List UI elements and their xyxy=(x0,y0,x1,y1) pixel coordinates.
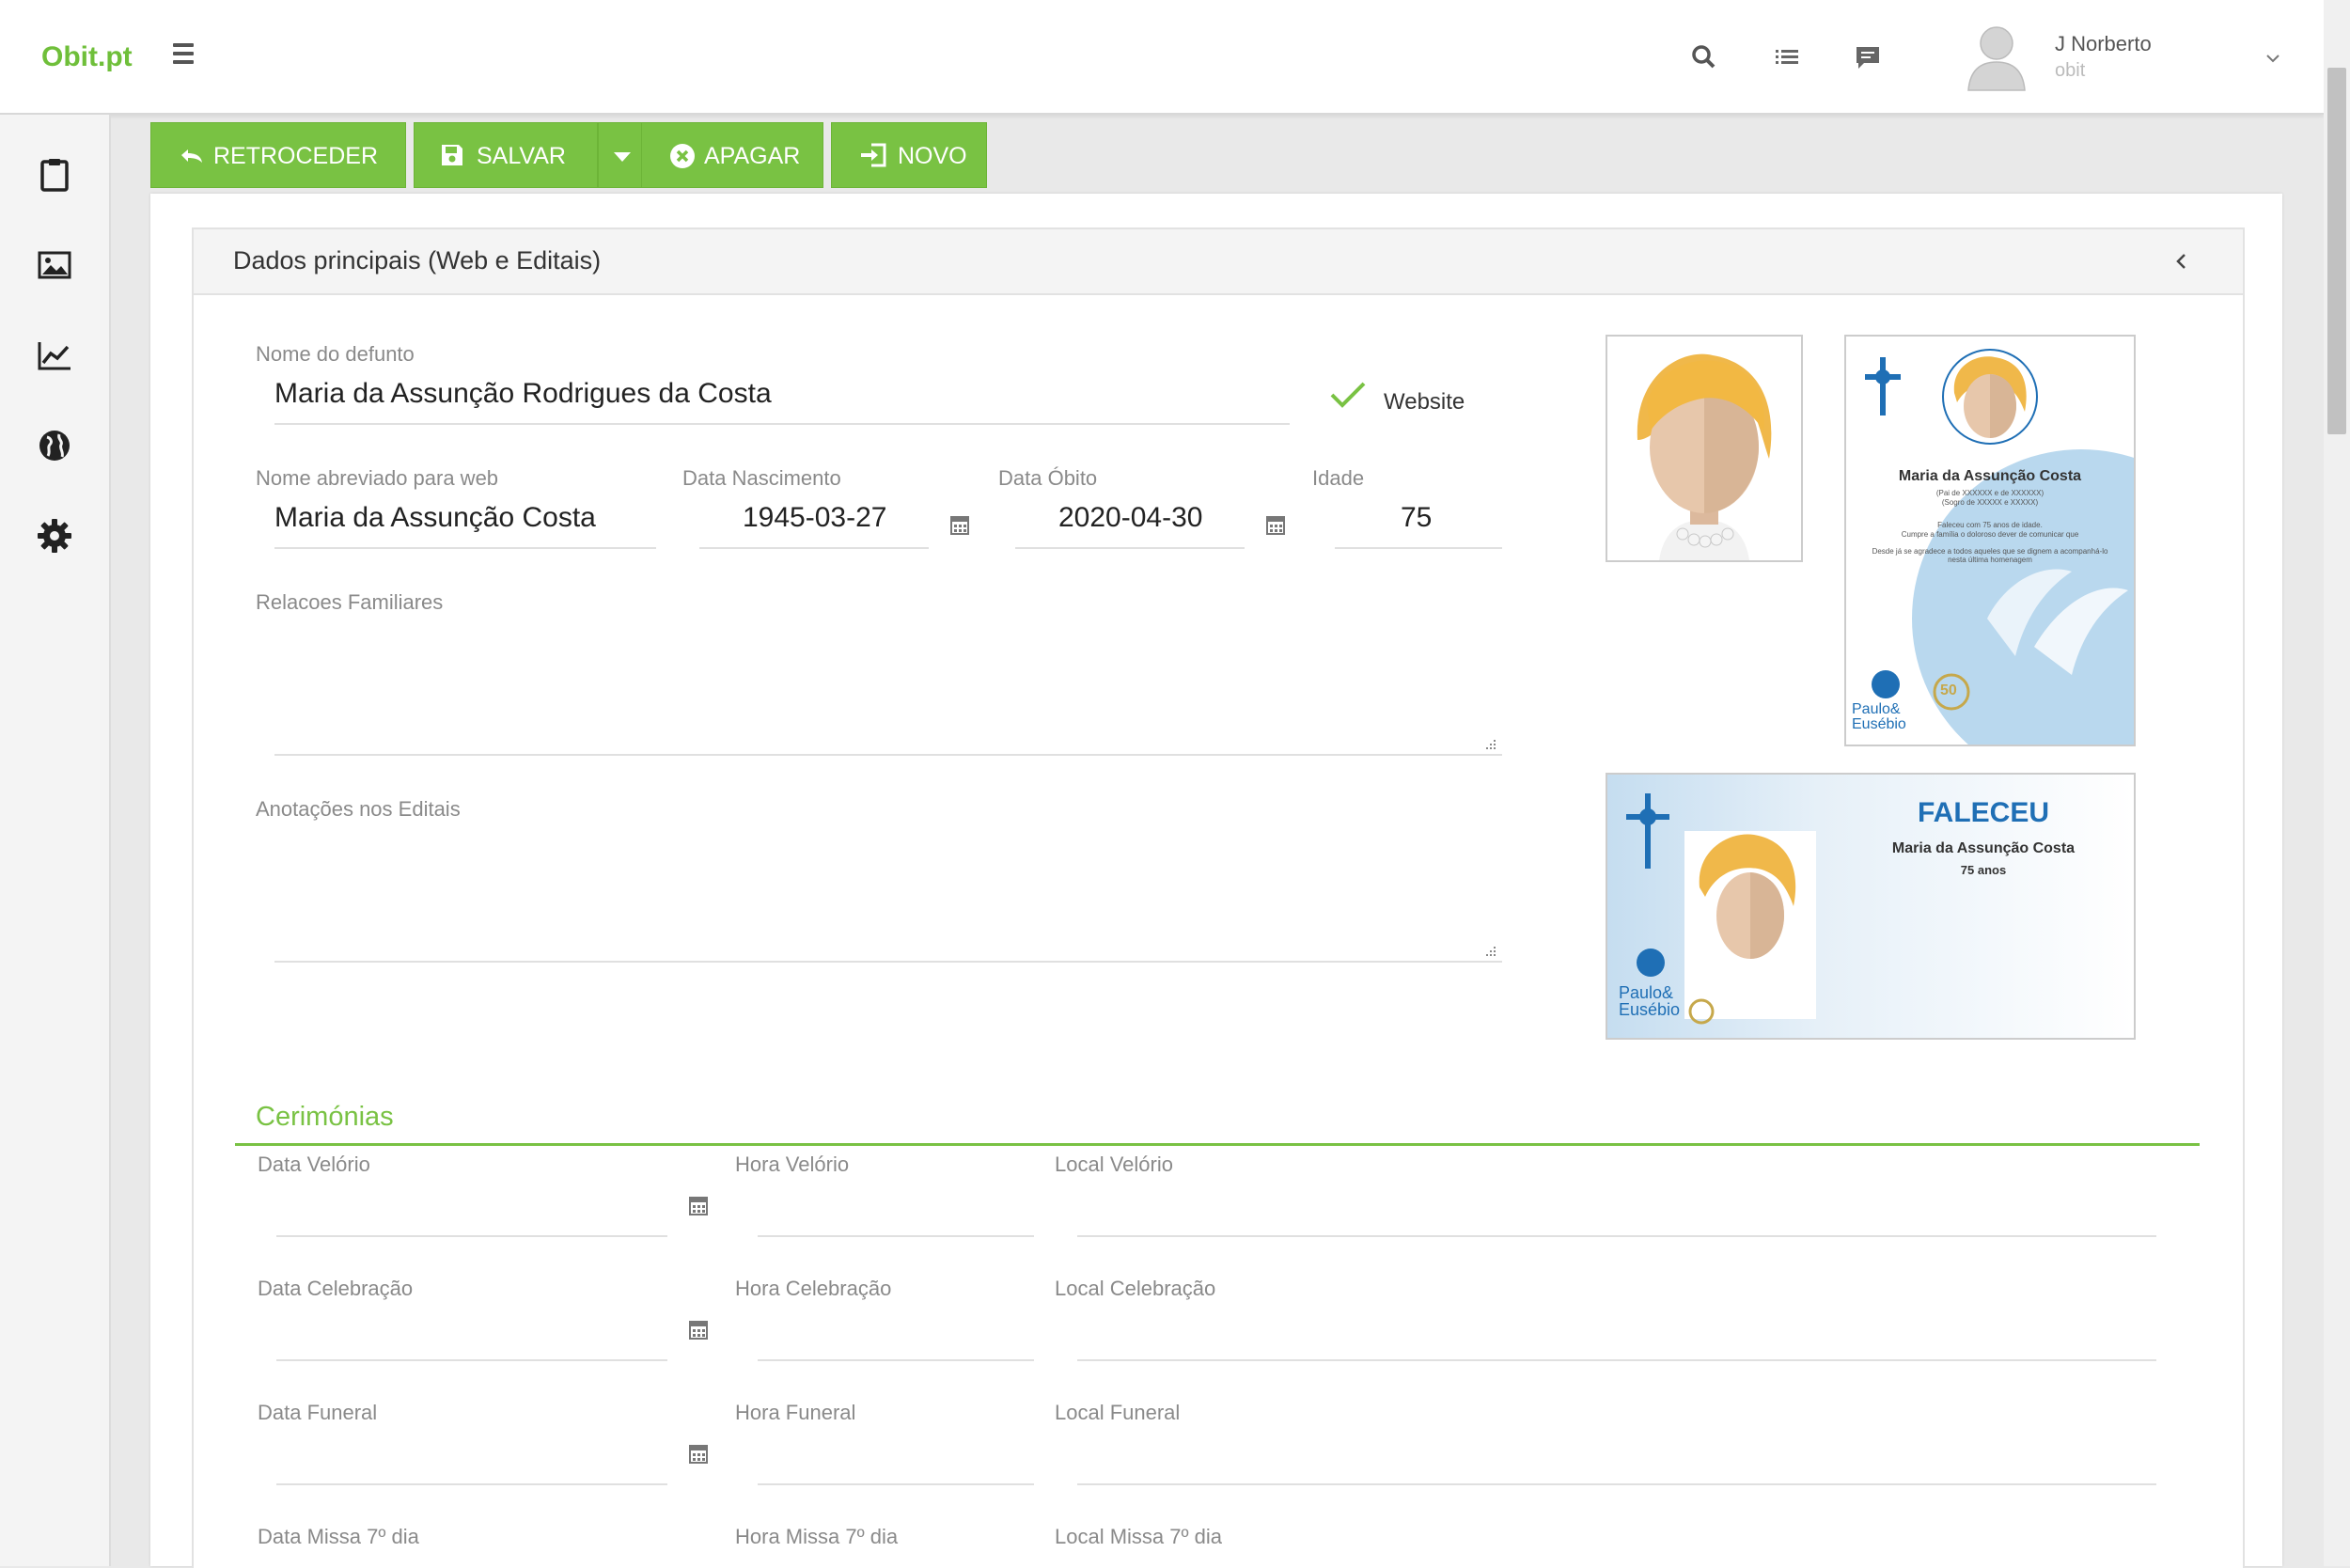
edital-line2: (Sogro de XXXXX e XXXXX) xyxy=(1941,498,2039,507)
ceremony-data-label: Data Celebração xyxy=(258,1277,414,1300)
family-relations-label: Relacoes Familiares xyxy=(256,590,444,614)
user-subtitle: obit xyxy=(2055,60,2086,81)
calendar-icon[interactable] xyxy=(688,1194,709,1216)
female-avatar-image xyxy=(1607,337,1801,560)
chat-icon[interactable] xyxy=(1852,41,1884,73)
deceased-name-input[interactable]: Maria da Assunção Rodrigues da Costa xyxy=(274,378,772,410)
globe-icon[interactable] xyxy=(36,427,73,464)
edital-line5: Desde já se agradece a todos aqueles que… xyxy=(1872,547,2108,564)
family-relations-textarea[interactable] xyxy=(274,754,1502,756)
edital-notes-label: Anotações nos Editais xyxy=(256,797,461,821)
ceremony-hora-label: Hora Missa 7º dia xyxy=(735,1525,899,1548)
social-card-age: 75 anos xyxy=(1960,863,2007,877)
floppy-disk-icon xyxy=(442,145,462,165)
edital-line1: (Pai de XXXXXX e de XXXXXX) xyxy=(1935,489,2044,497)
ceremony-hora-input[interactable] xyxy=(758,1483,1034,1485)
save-button[interactable]: SALVAR xyxy=(414,122,598,188)
edital-background xyxy=(1846,337,2134,745)
social-card-preview[interactable]: FALECEU Maria da Assunção Costa 75 anos … xyxy=(1606,773,2136,1040)
scrollbar-thumb[interactable] xyxy=(2327,68,2346,434)
user-name[interactable]: J Norberto xyxy=(2055,32,2152,56)
chevron-left-icon[interactable] xyxy=(2173,252,2188,271)
portrait-photo[interactable] xyxy=(1606,335,1803,562)
undo-icon xyxy=(181,149,202,163)
birth-date-input[interactable]: 1945-03-27 xyxy=(743,502,886,534)
edital-notes-textarea[interactable] xyxy=(274,961,1502,963)
website-checkbox-label[interactable]: Website xyxy=(1384,389,1465,416)
ceremony-data-input[interactable] xyxy=(276,1483,667,1485)
death-date-input[interactable]: 2020-04-30 xyxy=(1058,502,1202,534)
calendar-icon[interactable] xyxy=(949,513,970,536)
gear-icon[interactable] xyxy=(36,517,73,555)
ceremony-data-input[interactable] xyxy=(276,1235,667,1237)
ceremony-local-input[interactable] xyxy=(1077,1235,2156,1237)
age-label: Idade xyxy=(1312,466,1365,490)
social-card-heading: FALECEU xyxy=(1917,797,2049,828)
deceased-name-underline xyxy=(274,423,1290,425)
short-name-input[interactable]: Maria da Assunção Costa xyxy=(274,502,596,534)
ceremony-hora-label: Hora Velório xyxy=(735,1152,850,1176)
caret-down-icon xyxy=(614,152,631,162)
ceremony-local-label: Local Velório xyxy=(1055,1152,1173,1176)
chart-line-icon[interactable] xyxy=(36,337,73,374)
edital-brand-line2: Eusébio xyxy=(1852,716,1906,732)
ceremony-hora-input[interactable] xyxy=(758,1235,1034,1237)
death-date-label: Data Óbito xyxy=(998,466,1098,490)
sign-in-icon xyxy=(861,143,886,167)
ceremony-hora-label: Hora Funeral xyxy=(735,1401,856,1424)
save-label: SALVAR xyxy=(477,143,566,169)
short-name-label: Nome abreviado para web xyxy=(256,466,499,490)
age-input[interactable]: 75 xyxy=(1401,502,1432,534)
social-card-name: Maria da Assunção Costa xyxy=(1891,840,2076,856)
ceremony-local-input[interactable] xyxy=(1077,1359,2156,1361)
resize-handle-icon[interactable] xyxy=(1483,737,1496,750)
resize-handle-icon[interactable] xyxy=(1483,944,1496,957)
age-underline xyxy=(1335,547,1502,549)
image-icon[interactable] xyxy=(36,246,73,284)
back-label: RETROCEDER xyxy=(213,143,379,169)
clipboard-icon[interactable] xyxy=(36,156,73,194)
panel-title: Dados principais (Web e Editais) xyxy=(233,246,602,274)
delete-button[interactable]: APAGAR xyxy=(641,122,823,188)
edital-preview[interactable]: Maria da Assunção Costa (Pai de XXXXXX e… xyxy=(1844,335,2136,746)
ceremonies-divider xyxy=(235,1143,2200,1146)
short-name-underline xyxy=(274,547,656,549)
death-date-underline xyxy=(1015,547,1245,549)
back-button[interactable]: RETROCEDER xyxy=(150,122,406,188)
list-icon[interactable] xyxy=(1771,41,1803,73)
new-button[interactable]: NOVO xyxy=(831,122,987,188)
ceremony-data-input[interactable] xyxy=(276,1359,667,1361)
ceremony-data-label: Data Funeral xyxy=(258,1401,378,1424)
brand-logo[interactable]: Obit.pt xyxy=(41,41,133,73)
ceremony-data-label: Data Velório xyxy=(258,1152,370,1176)
deceased-name-label: Nome do defunto xyxy=(256,342,415,366)
delete-label: APAGAR xyxy=(704,143,801,169)
calendar-icon[interactable] xyxy=(1265,513,1286,536)
calendar-icon[interactable] xyxy=(688,1442,709,1465)
ceremonies-section-title: Cerimónias xyxy=(256,1102,394,1132)
edital-line4: Cumpre a família o doloroso dever de com… xyxy=(1901,530,2079,539)
birth-date-underline xyxy=(699,547,929,549)
edital-line3: Faleceu com 75 anos de idade. xyxy=(1937,521,2043,529)
checkmark-icon[interactable] xyxy=(1329,380,1367,410)
ceremony-local-label: Local Celebração xyxy=(1055,1277,1216,1300)
search-icon[interactable] xyxy=(1688,41,1720,73)
sidebar xyxy=(0,115,111,1566)
social-card-brand-line2: Eusébio xyxy=(1619,1000,1681,1019)
ceremony-local-label: Local Missa 7º dia xyxy=(1055,1525,1223,1548)
ceremony-hora-input[interactable] xyxy=(758,1359,1034,1361)
birth-date-label: Data Nascimento xyxy=(682,466,841,490)
ceremony-data-label: Data Missa 7º dia xyxy=(258,1525,419,1548)
calendar-icon[interactable] xyxy=(688,1318,709,1341)
close-circle-icon xyxy=(670,144,695,168)
ceremony-local-label: Local Funeral xyxy=(1055,1401,1181,1424)
chevron-down-icon[interactable] xyxy=(2264,49,2282,68)
edital-name: Maria da Assunção Costa xyxy=(1898,468,2082,484)
ceremony-hora-label: Hora Celebração xyxy=(735,1277,892,1300)
edital-badge: 50 xyxy=(1940,682,1957,698)
new-label: NOVO xyxy=(898,143,967,169)
ceremony-local-input[interactable] xyxy=(1077,1483,2156,1485)
hamburger-menu-icon[interactable] xyxy=(173,43,194,69)
user-avatar[interactable] xyxy=(1965,21,2029,92)
